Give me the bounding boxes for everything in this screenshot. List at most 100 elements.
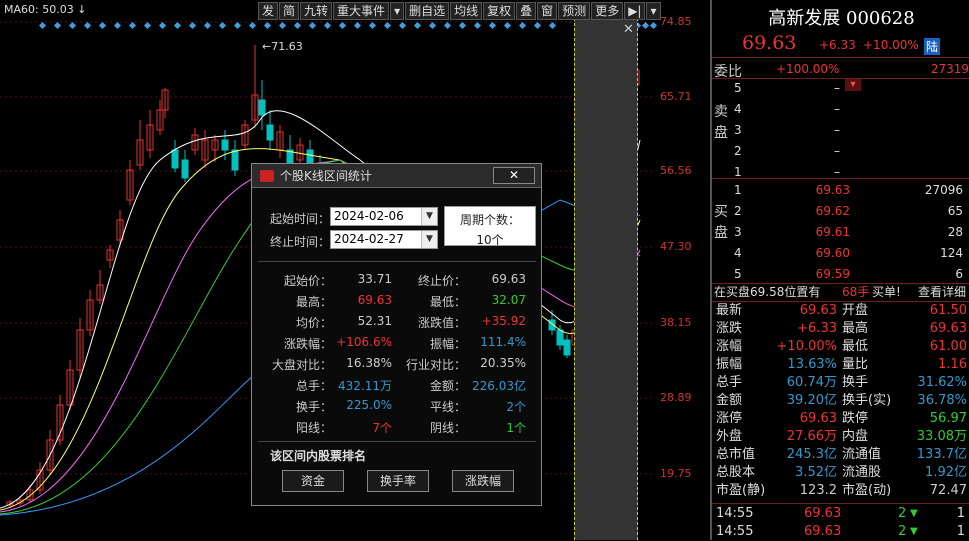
quote-stat-row: 涨跌 +6.33 最高 69.63 [714,320,969,338]
stat-label: 振幅： [429,337,466,351]
stat-label: 开盘 [842,303,869,318]
toolbar-button-1[interactable]: 简 [279,2,300,20]
toolbar-button-0[interactable]: 发 [258,2,279,20]
price-tick: 38.15 [660,316,692,329]
stat-label: 平线： [429,400,466,414]
chevron-down-icon[interactable]: ▼ [421,231,437,248]
toolbar-button-8[interactable]: 叠 [516,2,537,20]
divider [258,261,536,262]
stat-label: 跌停 [842,411,869,426]
tick-time: 14:55 [716,524,754,539]
signal-marker [368,21,377,30]
price-tick: 47.30 [660,240,692,253]
buy-side-label: 买盘 [714,204,728,241]
signal-marker [53,21,62,30]
level: 5 [734,267,742,281]
signal-marker [188,21,197,30]
stock-name: 高新发展 000628 [768,8,915,29]
candle-body [563,339,571,356]
quote-stat-row: 总股本 3.52亿 流通股 1.92亿 [714,464,969,482]
stat-value: 56.97 [929,411,967,426]
signal-marker [173,21,182,30]
price: 69.62 [815,204,850,218]
volume: 65 [947,204,963,218]
signal-marker [338,21,347,30]
toolbar-button-5[interactable]: 删自选 [405,2,450,20]
rank-by-fund-button[interactable]: 资金 [282,470,344,492]
signal-marker [248,21,257,30]
stat-label: 换手： [295,400,332,414]
toolbar-button-10[interactable]: 预测 [558,2,591,20]
chart-toolbar: 发简九转 重大事件 ▾ 删自选 均线 复权叠窗预测 更多 ▶| ▾ [258,2,662,20]
stat-label: 最高： [295,295,332,309]
down-arrow-icon: ▼ [910,508,918,519]
buy-row: 4 69.60 124 [732,243,969,264]
stat-value: 69.63 [799,303,837,318]
toolbar-button-6[interactable]: 均线 [450,2,483,20]
stat-label: 最高 [842,321,869,336]
stat-label: 量比 [842,357,869,372]
price: – [834,144,840,158]
stat-value: 52.31 [357,314,392,328]
tick-volume: 2 [898,506,907,521]
rank-by-change-button[interactable]: 涨跌幅 [452,470,514,492]
level: 5 [734,81,742,95]
stat-value: 72.47 [929,483,967,498]
signal-marker [458,21,467,30]
signal-marker [233,21,242,30]
view-detail-link[interactable]: 查看详细 [918,283,966,301]
range-close-icon[interactable]: ✕ [623,22,634,37]
signal-marker [413,21,422,30]
stat-value: 33.08万 [916,429,967,444]
quote-panel: 高新发展 000628 69.63 +6.33 +10.00% 陆 委比 +10… [710,0,969,540]
stat-value: 123.2 [799,483,837,498]
stat-label: 涨幅 [716,339,743,354]
stat-value: 32.07 [491,293,526,307]
stat-value: 20.35% [480,356,526,370]
price-tick: 28.89 [660,391,692,404]
quote-stat-row: 外盘 27.66万 内盘 33.08万 [714,428,969,446]
toolbar-button-7[interactable]: 复权 [483,2,516,20]
toolbar-button-3[interactable]: 重大事件 [333,2,390,20]
stat-label: 总手： [295,379,332,393]
signal-marker [353,21,362,30]
toolbar-button-4[interactable]: ▾ [390,2,405,20]
stat-value: 69.63 [491,272,526,286]
tick-row: 14:55 69.63 2 ▼ 1 [714,523,969,541]
price: – [834,81,840,95]
price-tick: 19.75 [660,467,692,480]
stat-value: +6.33 [797,321,837,336]
toolbar-button-11[interactable]: 更多 [591,2,624,20]
end-date-picker[interactable]: 2024-02-27 ▼ [330,230,438,249]
stat-label: 流通值 [842,447,882,462]
start-date-picker[interactable]: 2024-02-06 ▼ [330,207,438,226]
chevron-down-icon[interactable]: ▼ [421,208,437,225]
stat-value: +35.92 [481,314,526,328]
stat-label: 行业对比： [405,358,466,372]
signal-marker [533,21,542,30]
stat-label: 流通股 [842,465,882,480]
period-count-value: 10个 [476,233,504,247]
toolbar-button-13[interactable]: ▾ [646,2,661,20]
toolbar-button-12[interactable]: ▶| [624,2,646,20]
candle-body [266,124,274,141]
price: – [834,123,840,137]
stat-value: 33.71 [357,272,392,286]
rank-by-turnover-button[interactable]: 换手率 [367,470,429,492]
quote-stat-row: 市盈(静) 123.2 市盈(动) 72.47 [714,482,969,500]
price-change: +6.33 [819,38,856,52]
toolbar-button-2[interactable]: 九转 [300,2,333,20]
signal-marker [383,21,392,30]
tick-row: 14:55 69.63 2 ▼ 1 [714,505,969,523]
stat-label: 最低 [842,339,869,354]
stat-value: 111.4% [480,335,526,349]
last-price: 69.63 [742,32,797,54]
buy-row: 1 69.63 27096 [732,180,969,201]
stat-label: 大盘对比： [271,358,332,372]
queue-count: 68手 [842,285,870,299]
toolbar-button-9[interactable]: 窗 [537,2,558,20]
start-date-value: 2024-02-06 [334,209,404,223]
end-time-label: 终止时间： [270,235,331,249]
stat-label: 涨跌值： [417,316,466,330]
close-button[interactable]: ✕ [493,167,535,184]
